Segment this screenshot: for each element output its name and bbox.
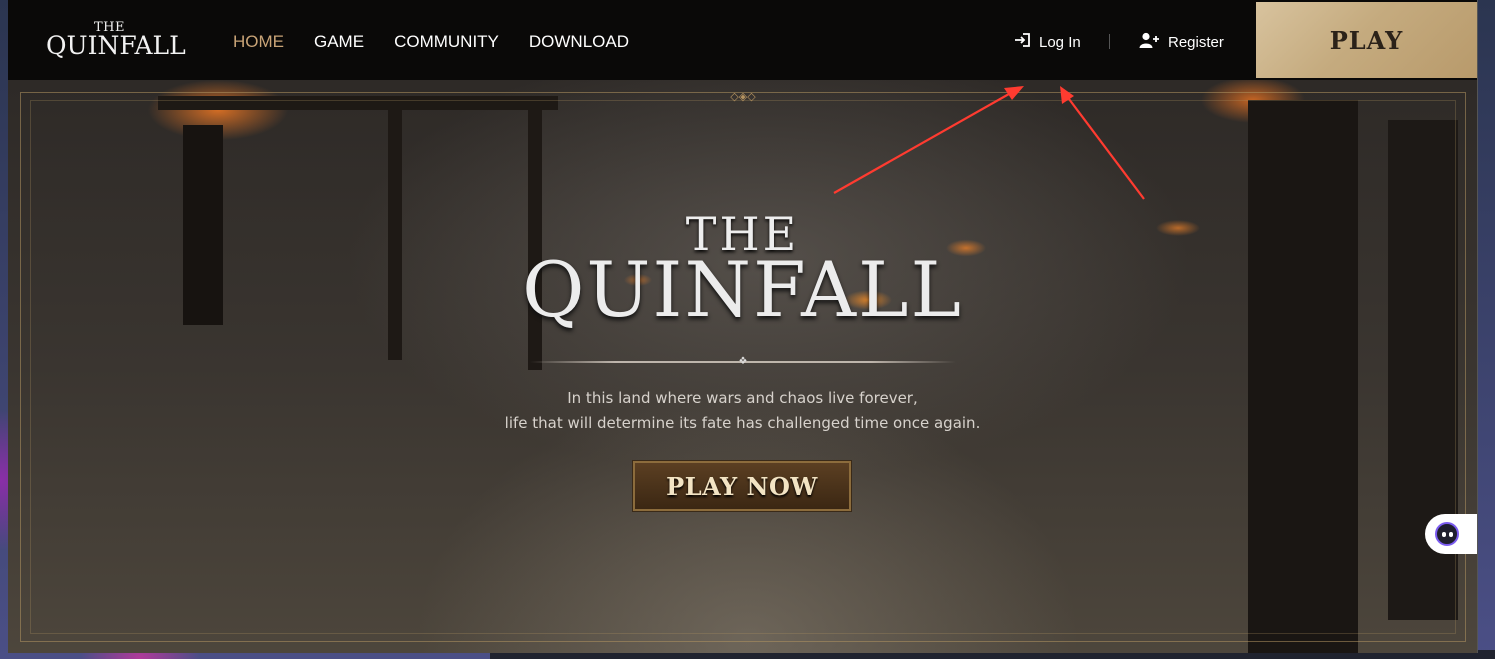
browser-window: ◇◈◇ THE QUINFALL HOME GAME COMMUNITY DOW… bbox=[8, 0, 1478, 653]
chat-bot-button[interactable] bbox=[1425, 514, 1477, 554]
annotation-arrows bbox=[833, 86, 1145, 200]
chat-bot-icon bbox=[1435, 522, 1459, 546]
